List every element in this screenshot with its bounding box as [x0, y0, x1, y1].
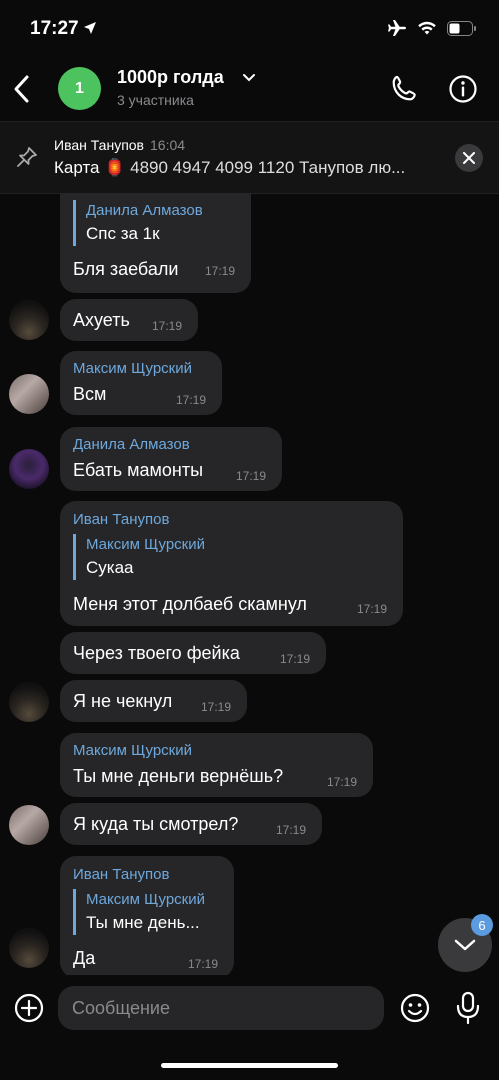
message-time: 17:19: [188, 957, 219, 971]
phone-icon[interactable]: [387, 72, 421, 106]
quote-sender: Максим Щурский: [86, 891, 205, 908]
quote-text: Сукаа: [86, 558, 134, 577]
pinned-text: Карта 🏮 4890 4947 4099 1120 Танупов лю..…: [54, 158, 444, 178]
group-avatar[interactable]: 1: [58, 67, 101, 110]
message-time: 17:19: [201, 700, 232, 714]
message-bubble[interactable]: Иван Танупов Максим Щурский Сукаа Меня э…: [60, 501, 403, 626]
avatar[interactable]: [9, 928, 49, 968]
message-bubble[interactable]: Ахуеть 17:19: [60, 299, 198, 341]
reply-quote[interactable]: Данила Алмазов Спс за 1к: [73, 200, 203, 246]
message-text: Через твоего фейка: [73, 643, 240, 663]
message-time: 17:19: [236, 469, 267, 483]
message-text: Ебать мамонты: [73, 460, 204, 480]
quote-text: Спс за 1к: [86, 224, 160, 243]
reply-quote[interactable]: Максим Щурский Ты мне день...: [73, 889, 205, 935]
message-input[interactable]: [58, 986, 384, 1030]
message-time: 17:19: [327, 775, 358, 789]
composer-bar: [0, 976, 499, 1080]
message-time: 17:19: [176, 393, 207, 407]
message-text: Ты мне деньги вернёшь?: [73, 766, 284, 786]
wifi-icon: [418, 21, 436, 35]
avatar[interactable]: [9, 805, 49, 845]
avatar[interactable]: [9, 682, 49, 722]
message-text: Я не чекнул: [73, 691, 173, 711]
pinned-message-bar[interactable]: Иван Танупов 16:04 Карта 🏮 4890 4947 4099…: [0, 121, 499, 194]
chevron-down-icon[interactable]: [242, 70, 256, 84]
airplane-icon: [388, 20, 406, 36]
chat-header: 1 1000р голда 3 участника: [0, 58, 499, 120]
info-icon[interactable]: [446, 72, 480, 106]
message-bubble[interactable]: Я куда ты смотрел? 17:19: [60, 803, 322, 845]
message-sender[interactable]: Иван Танупов: [73, 511, 169, 528]
quote-sender: Данила Алмазов: [86, 202, 203, 219]
avatar[interactable]: [9, 374, 49, 414]
message-sender[interactable]: Иван Танупов: [73, 866, 169, 883]
message-time: 17:19: [280, 652, 311, 666]
chat-title[interactable]: 1000р голда: [117, 67, 224, 88]
status-icons: [387, 19, 477, 37]
message-text: Меня этот долбаеб скамнул: [73, 594, 307, 614]
message-bubble[interactable]: Максим Щурский Всм 17:19: [60, 351, 222, 415]
message-bubble[interactable]: Я не чекнул 17:19: [60, 680, 247, 722]
message-bubble[interactable]: Данила Алмазов Спс за 1к Бля заебали 17:…: [60, 193, 251, 293]
avatar[interactable]: [9, 300, 49, 340]
message-text: Всм: [73, 384, 107, 404]
message-bubble[interactable]: Иван Танупов Максим Щурский Ты мне день.…: [60, 856, 234, 975]
message-time: 17:19: [152, 319, 183, 333]
back-chevron-icon[interactable]: [10, 72, 34, 106]
close-icon: [463, 152, 475, 164]
quote-sender: Максим Щурский: [86, 536, 205, 553]
plus-icon[interactable]: [13, 992, 45, 1024]
close-pinned-button[interactable]: [455, 144, 483, 172]
message-bubble[interactable]: Данила Алмазов Ебать мамонты 17:19: [60, 427, 282, 491]
reply-quote[interactable]: Максим Щурский Сукаа: [73, 534, 205, 580]
emoji-icon[interactable]: [399, 992, 431, 1024]
quote-text: Ты мне день...: [86, 913, 200, 932]
unread-badge: 6: [471, 914, 493, 936]
chevron-down-icon: [454, 939, 476, 951]
message-bubble[interactable]: Через твоего фейка 17:19: [60, 632, 326, 674]
message-sender[interactable]: Максим Щурский: [73, 360, 192, 377]
pinned-text-lead: Карта 🏮: [54, 158, 126, 177]
avatar[interactable]: [9, 449, 49, 489]
pinned-time: 16:04: [150, 137, 186, 153]
pinned-text-rest: 4890 4947 4099 1120 Танупов лю...: [125, 158, 406, 177]
battery-icon: [447, 20, 476, 36]
message-time: 17:19: [205, 264, 236, 278]
chat-subtitle: 3 участника: [117, 92, 194, 108]
message-text: Да: [73, 948, 96, 968]
status-bar: 17:27: [0, 0, 499, 58]
message-bubble[interactable]: Максим Щурский Ты мне деньги вернёшь? 17…: [60, 733, 373, 797]
message-text: Я куда ты смотрел?: [73, 814, 239, 834]
message-time: 17:19: [276, 823, 307, 837]
status-time: 17:27: [30, 18, 79, 39]
pin-icon: [17, 147, 37, 167]
message-sender[interactable]: Максим Щурский: [73, 742, 192, 759]
message-sender[interactable]: Данила Алмазов: [73, 436, 190, 453]
message-text: Ахуеть: [73, 310, 130, 330]
pinned-author-name: Иван Танупов: [54, 137, 144, 153]
microphone-icon[interactable]: [455, 990, 481, 1026]
home-indicator: [161, 1063, 338, 1068]
message-time: 17:19: [357, 602, 388, 616]
pinned-author: Иван Танупов 16:04: [54, 137, 185, 153]
message-text: Бля заебали: [73, 259, 179, 279]
location-arrow-icon: [84, 22, 96, 34]
message-list[interactable]: Данила Алмазов Спс за 1к Бля заебали 17:…: [0, 193, 499, 975]
